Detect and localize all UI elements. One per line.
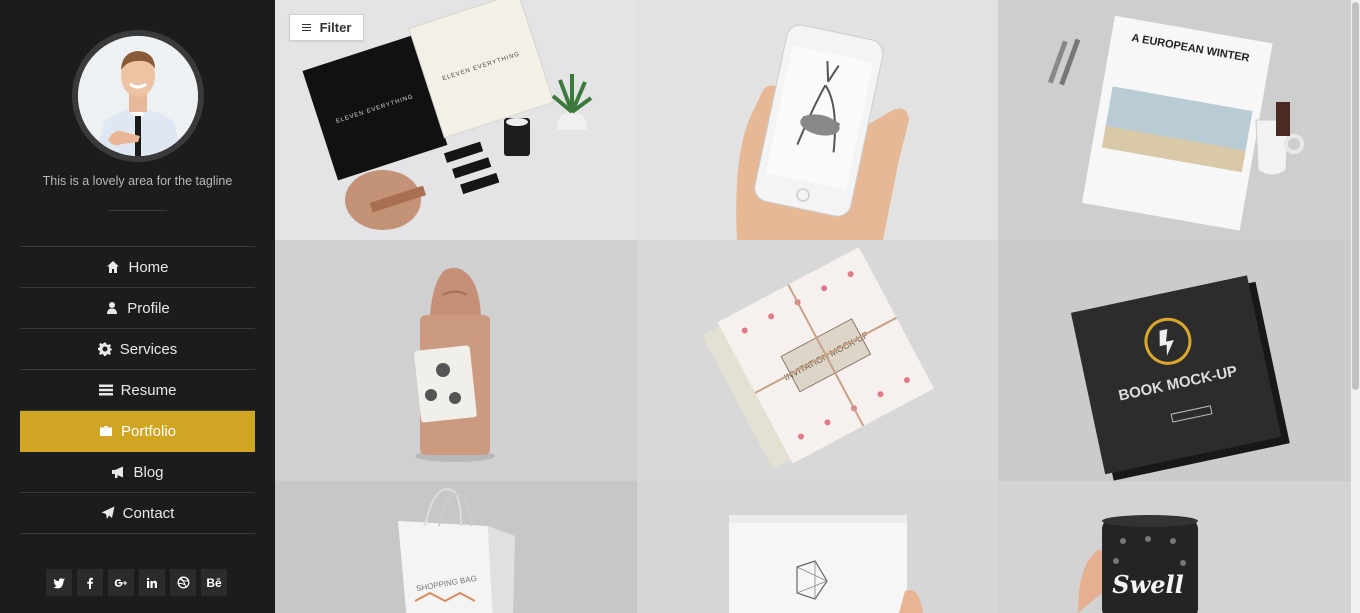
page-scrollbar[interactable] <box>1351 0 1360 613</box>
dribbble-icon[interactable] <box>170 569 196 596</box>
google-plus-icon[interactable] <box>108 569 134 596</box>
nav-label-profile: Profile <box>127 299 170 317</box>
twitter-icon[interactable] <box>46 569 72 596</box>
facebook-icon[interactable] <box>77 569 103 596</box>
filter-button[interactable]: Filter <box>289 14 364 41</box>
portfolio-item[interactable]: INVITATION MOCK-UP <box>637 240 998 481</box>
user-icon <box>105 301 119 315</box>
nav-item-portfolio[interactable]: Portfolio <box>20 411 255 452</box>
nav-item-profile[interactable]: Profile <box>20 288 255 329</box>
portfolio-item[interactable]: Swell <box>998 481 1351 613</box>
phone-deer-image <box>637 0 998 240</box>
cup-print-text: Swell <box>1112 570 1184 599</box>
portfolio-item[interactable]: BOOK MOCK-UP <box>998 240 1351 481</box>
portfolio-item[interactable] <box>275 240 637 481</box>
portfolio-item[interactable] <box>637 0 998 240</box>
european-winter-magazine-image: A EUROPEAN WINTER <box>998 0 1351 240</box>
book-mockup-image: BOOK MOCK-UP <box>998 240 1351 481</box>
portfolio-item[interactable]: A EUROPEAN WINTER <box>998 0 1351 240</box>
portfolio-item[interactable]: SHOPPING BAG <box>275 481 637 613</box>
nav-label-resume: Resume <box>120 381 177 399</box>
sidebar: This is a lovely area for the tagline Ho… <box>0 0 275 613</box>
list-icon <box>98 383 113 397</box>
nav-label-services: Services <box>119 340 178 358</box>
nav-item-blog[interactable]: Blog <box>20 452 255 493</box>
briefcase-icon <box>99 424 113 438</box>
portfolio-item[interactable] <box>637 481 998 613</box>
home-icon <box>106 260 120 274</box>
paper-plane-icon <box>101 506 115 520</box>
white-book-image <box>637 481 998 613</box>
social-links: Bē <box>46 569 227 596</box>
hamburger-icon <box>301 24 311 31</box>
swell-cup-image: Swell <box>998 481 1351 613</box>
nav-item-home[interactable]: Home <box>20 247 255 288</box>
shopping-bag-image: SHOPPING BAG <box>275 481 637 613</box>
tagline-divider <box>108 210 167 211</box>
nav-item-resume[interactable]: Resume <box>20 370 255 411</box>
nav-item-contact[interactable]: Contact <box>20 493 255 534</box>
nav-item-services[interactable]: Services <box>20 329 255 370</box>
gear-icon <box>97 342 112 356</box>
tagline: This is a lovely area for the tagline <box>42 174 233 188</box>
behance-icon[interactable]: Bē <box>201 569 227 596</box>
avatar <box>78 36 198 156</box>
nav-label-portfolio: Portfolio <box>120 422 177 440</box>
portfolio-grid: ELEVEN EVERYTHING ELEVEN EVERYTHING A EU… <box>275 0 1351 613</box>
megaphone-icon <box>111 465 125 479</box>
paper-package-image <box>275 240 637 481</box>
filter-label: Filter <box>319 20 352 35</box>
nav-label-contact: Contact <box>122 504 175 522</box>
nav-label-blog: Blog <box>133 463 164 481</box>
avatar-frame <box>72 30 204 162</box>
scrollbar-thumb[interactable] <box>1352 2 1359 390</box>
nav-label-home: Home <box>128 258 169 276</box>
linkedin-icon[interactable] <box>139 569 165 596</box>
main-navigation: Home Profile Services Resume Portfolio B… <box>20 246 255 534</box>
invitation-mockup-image: INVITATION MOCK-UP <box>637 240 998 481</box>
